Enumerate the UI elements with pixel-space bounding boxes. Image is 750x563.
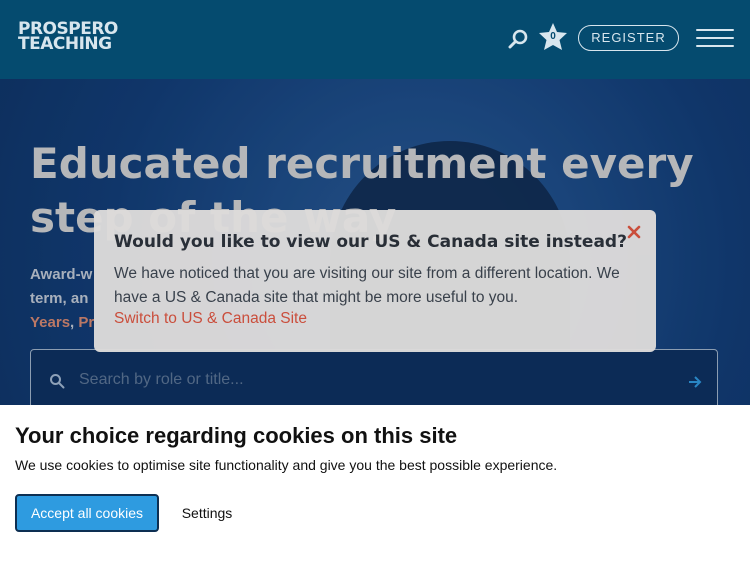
register-button[interactable]: REGISTER: [578, 25, 679, 51]
modal-title: Would you like to view our US & Canada s…: [114, 232, 627, 252]
favourites-count: 0: [550, 31, 556, 42]
search-icon: [508, 29, 528, 49]
logo[interactable]: PROSPERO TEACHING: [18, 21, 118, 54]
favourites-button[interactable]: 0: [538, 22, 568, 52]
site-header: PROSPERO TEACHING 0 REGISTER: [0, 0, 750, 79]
accept-cookies-button[interactable]: Accept all cookies: [15, 494, 159, 532]
cookie-text: We use cookies to optimise site function…: [15, 457, 558, 473]
modal-text: We have noticed that you are visiting ou…: [114, 265, 620, 306]
switch-site-link[interactable]: Switch to US & Canada Site: [114, 310, 307, 328]
cookie-settings-button[interactable]: Settings: [170, 494, 244, 532]
cookie-title: Your choice regarding cookies on this si…: [15, 423, 458, 448]
close-icon[interactable]: [626, 224, 642, 240]
cookie-banner: Your choice regarding cookies on this si…: [0, 405, 750, 563]
hamburger-menu-icon[interactable]: [696, 28, 734, 48]
logo-line-2: TEACHING: [18, 34, 112, 54]
location-modal: Would you like to view our US & Canada s…: [94, 210, 656, 352]
header-search-button[interactable]: [508, 28, 530, 50]
